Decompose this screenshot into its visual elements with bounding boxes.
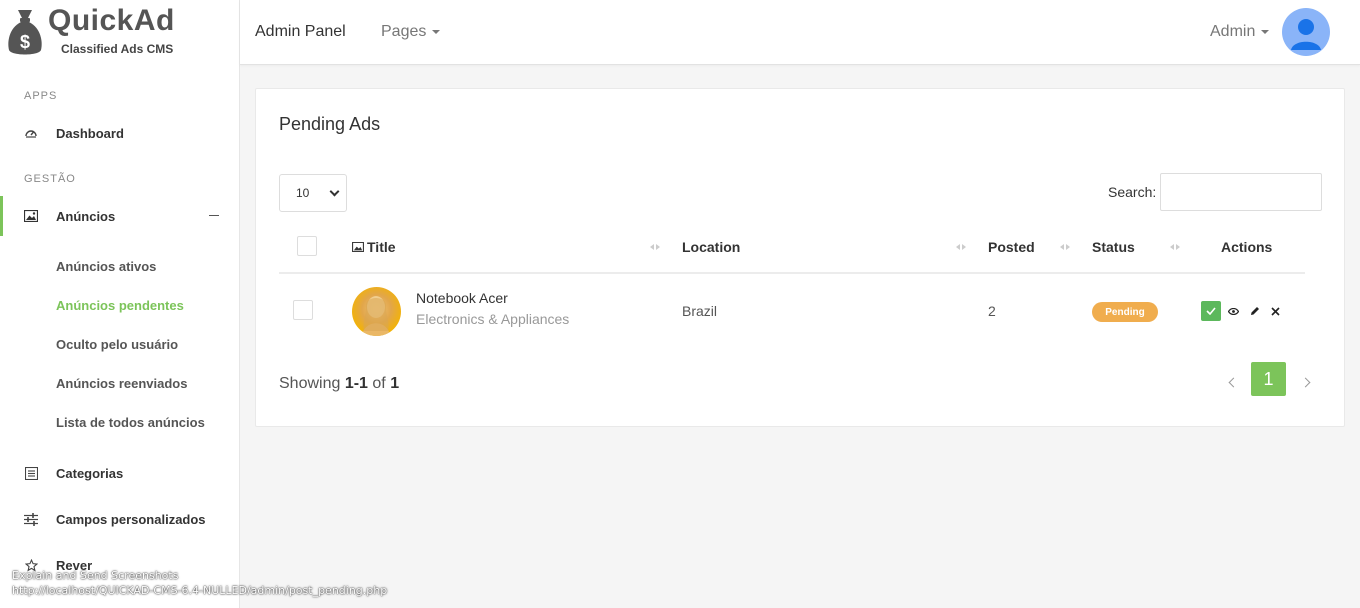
- collapse-icon[interactable]: [209, 215, 219, 216]
- pending-ads-card: Pending Ads 10 Search: Title Location Po…: [255, 88, 1345, 427]
- sort-icon[interactable]: [1170, 243, 1182, 251]
- caret-down-icon: [432, 29, 441, 34]
- pagination-next[interactable]: [1300, 374, 1310, 390]
- subitem-anuncios-ativos[interactable]: Anúncios ativos: [56, 259, 156, 274]
- pages-menu[interactable]: Pages: [381, 23, 441, 41]
- logo-title: QuickAd: [48, 4, 175, 37]
- column-header-posted[interactable]: Posted: [988, 239, 1035, 255]
- status-bar-url: http://localhost/QUICKAD-CMS-6.4-NULLED/…: [12, 584, 388, 597]
- pages-menu-label: Pages: [381, 23, 427, 40]
- status-badge: Pending: [1092, 302, 1158, 322]
- money-bag-icon: $: [8, 10, 42, 55]
- pencil-icon: [1251, 307, 1259, 315]
- user-menu[interactable]: Admin: [1210, 23, 1270, 41]
- chevron-left-icon: [1228, 377, 1238, 387]
- sidebar-item-categorias[interactable]: Categorias: [0, 453, 239, 493]
- results-summary-prefix: Showing: [279, 375, 345, 392]
- results-summary: Showing 1-1 of 1: [279, 375, 399, 393]
- row-checkbox[interactable]: [293, 300, 313, 320]
- view-button[interactable]: [1223, 301, 1243, 321]
- avatar[interactable]: [1282, 8, 1330, 56]
- table-header-divider: [279, 272, 1305, 274]
- subitem-anuncios-reenviados[interactable]: Anúncios reenviados: [56, 376, 187, 391]
- delete-button[interactable]: [1265, 301, 1285, 321]
- approve-button[interactable]: [1201, 301, 1221, 321]
- image-icon: [352, 242, 364, 252]
- pagination-page[interactable]: 1: [1251, 362, 1286, 396]
- close-icon: [1270, 306, 1280, 316]
- sort-icon[interactable]: [650, 243, 662, 251]
- edit-button[interactable]: [1245, 301, 1265, 321]
- eye-icon: [1227, 307, 1239, 315]
- top-header: Admin Panel Pages Admin: [240, 0, 1360, 65]
- column-header-label: Title: [367, 239, 396, 255]
- svg-text:$: $: [20, 32, 30, 52]
- ad-title-link[interactable]: Notebook Acer: [416, 290, 508, 306]
- page-length-select[interactable]: 10: [279, 174, 347, 212]
- column-header-actions: Actions: [1221, 239, 1273, 255]
- ad-posted: 2: [988, 303, 996, 319]
- sort-icon[interactable]: [1060, 243, 1072, 251]
- sidebar-item-anuncios[interactable]: Anúncios: [0, 196, 239, 236]
- check-icon: [1206, 307, 1216, 315]
- brand-title[interactable]: Admin Panel: [255, 23, 346, 41]
- results-range: 1-1: [344, 375, 368, 392]
- results-summary-of: of: [367, 375, 391, 392]
- search-label: Search:: [1108, 184, 1157, 200]
- sidebar-item-label: Categorias: [56, 465, 124, 481]
- sliders-icon: [24, 512, 38, 526]
- select-all-checkbox[interactable]: [297, 236, 317, 256]
- ad-category: Electronics & Appliances: [416, 311, 570, 327]
- sidebar-item-label: Campos personalizados: [56, 511, 206, 527]
- list-icon: [24, 466, 38, 480]
- overlay-caption: Explain and Send Screenshots: [12, 569, 179, 582]
- pagination-previous[interactable]: [1228, 374, 1238, 390]
- section-label-gestao: GESTÃO: [24, 173, 76, 185]
- chevron-down-icon: [329, 186, 340, 196]
- subitem-lista-todos-anuncios[interactable]: Lista de todos anúncios: [56, 415, 205, 430]
- ad-location: Brazil: [682, 303, 718, 319]
- sidebar-item-label: Dashboard: [56, 125, 124, 141]
- column-header-title[interactable]: Title: [352, 239, 396, 255]
- page-length-value: 10: [296, 186, 310, 200]
- logo[interactable]: $ QuickAd Classified Ads CMS: [0, 0, 239, 65]
- user-icon: [1291, 19, 1321, 50]
- column-header-status[interactable]: Status: [1092, 239, 1135, 255]
- sidebar: $ QuickAd Classified Ads CMS APPS Dashbo…: [0, 0, 240, 608]
- sidebar-item-campos-personalizados[interactable]: Campos personalizados: [0, 499, 239, 539]
- caret-down-icon: [1261, 29, 1270, 34]
- logo-subtitle: Classified Ads CMS: [61, 42, 174, 56]
- sidebar-item-dashboard[interactable]: Dashboard: [0, 113, 239, 153]
- subitem-anuncios-pendentes[interactable]: Anúncios pendentes: [56, 298, 184, 313]
- column-header-location[interactable]: Location: [682, 239, 740, 255]
- results-total: 1: [390, 375, 400, 392]
- sort-icon[interactable]: [956, 243, 968, 251]
- subitem-oculto-pelo-usuario[interactable]: Oculto pelo usuário: [56, 337, 178, 352]
- dashboard-icon: [24, 126, 38, 140]
- page-title: Pending Ads: [279, 114, 381, 134]
- search-input[interactable]: [1160, 173, 1322, 211]
- chevron-right-icon: [1300, 377, 1310, 387]
- sidebar-item-label: Anúncios: [56, 208, 116, 224]
- image-icon: [24, 209, 38, 223]
- ad-thumbnail[interactable]: [352, 287, 401, 336]
- section-label-apps: APPS: [24, 90, 58, 102]
- user-menu-label: Admin: [1210, 23, 1256, 40]
